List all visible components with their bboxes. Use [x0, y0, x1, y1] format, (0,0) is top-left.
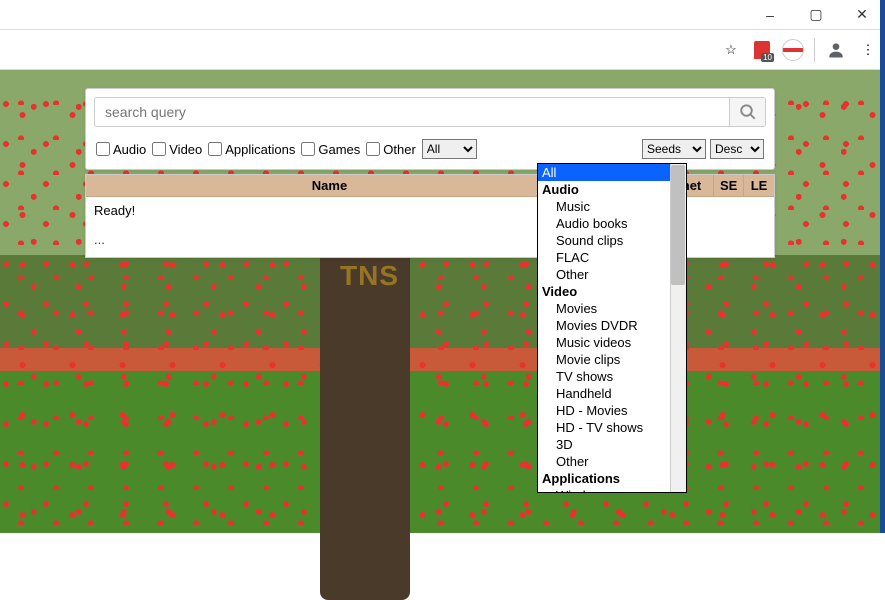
dropdown-option[interactable]: HD - TV shows	[538, 419, 670, 436]
dropdown-option[interactable]: Movies	[538, 300, 670, 317]
menu-dots-icon[interactable]: ⋮	[857, 39, 879, 61]
extension-count-badge: 10	[761, 53, 774, 62]
dropdown-option[interactable]: Other	[538, 266, 670, 283]
filter-audio-checkbox[interactable]: Audio	[96, 142, 146, 157]
dropdown-option[interactable]: Video	[538, 283, 670, 300]
filter-games-label: Games	[318, 142, 360, 157]
category-dropdown-popup[interactable]: AllAudioMusicAudio booksSound clipsFLACO…	[537, 163, 687, 493]
window-close-button[interactable]: ✕	[839, 0, 885, 30]
col-se[interactable]: SE	[714, 175, 744, 196]
search-input[interactable]	[94, 97, 730, 127]
dropdown-option[interactable]: Music videos	[538, 334, 670, 351]
search-button[interactable]	[730, 97, 766, 127]
tree-decoration	[320, 240, 410, 600]
dropdown-scrollbar[interactable]	[670, 164, 686, 492]
filter-games-checkbox[interactable]: Games	[301, 142, 360, 157]
dropdown-option[interactable]: Movie clips	[538, 351, 670, 368]
dropdown-option[interactable]: Other	[538, 453, 670, 470]
filter-other-label: Other	[383, 142, 416, 157]
filter-applications-label: Applications	[225, 142, 295, 157]
search-panel: Audio Video Applications Games Other All…	[85, 88, 775, 170]
extension-icon[interactable]: 10	[752, 40, 772, 60]
dropdown-option[interactable]: Windows	[538, 487, 670, 493]
dropdown-option[interactable]: HD - Movies	[538, 402, 670, 419]
dropdown-option[interactable]: Handheld	[538, 385, 670, 402]
dropdown-option[interactable]: Movies DVDR	[538, 317, 670, 334]
browser-toolbar: ☆ 10 ⋮	[0, 30, 885, 70]
dropdown-option[interactable]: Sound clips	[538, 232, 670, 249]
dropdown-option[interactable]: Audio books	[538, 215, 670, 232]
window-titlebar: – ▢ ✕	[0, 0, 885, 30]
col-le[interactable]: LE	[744, 175, 774, 196]
category-select[interactable]: All	[422, 139, 477, 159]
user-account-icon[interactable]	[825, 39, 847, 61]
col-name[interactable]: Name	[86, 175, 574, 196]
dropdown-option[interactable]: 3D	[538, 436, 670, 453]
toolbar-divider	[814, 38, 815, 62]
filter-video-label: Video	[169, 142, 202, 157]
window-maximize-button[interactable]: ▢	[793, 0, 839, 30]
bookmark-star-icon[interactable]: ☆	[720, 39, 742, 61]
dropdown-option[interactable]: TV shows	[538, 368, 670, 385]
filter-audio-label: Audio	[113, 142, 146, 157]
filter-applications-checkbox[interactable]: Applications	[208, 142, 295, 157]
right-edge-strip	[880, 0, 885, 533]
dropdown-option[interactable]: All	[538, 164, 670, 181]
filter-other-checkbox[interactable]: Other	[366, 142, 416, 157]
order-select[interactable]: Desc	[710, 139, 764, 159]
dropdown-option[interactable]: Audio	[538, 181, 670, 198]
sort-select[interactable]: Seeds	[642, 139, 706, 159]
window-minimize-button[interactable]: –	[747, 0, 793, 30]
dropdown-option[interactable]: Music	[538, 198, 670, 215]
filter-video-checkbox[interactable]: Video	[152, 142, 202, 157]
profile-avatar-icon[interactable]	[782, 39, 804, 61]
watermark-text: TNS	[340, 260, 399, 292]
dropdown-option[interactable]: Applications	[538, 470, 670, 487]
dropdown-scrollbar-thumb[interactable]	[671, 165, 685, 285]
dropdown-option[interactable]: FLAC	[538, 249, 670, 266]
